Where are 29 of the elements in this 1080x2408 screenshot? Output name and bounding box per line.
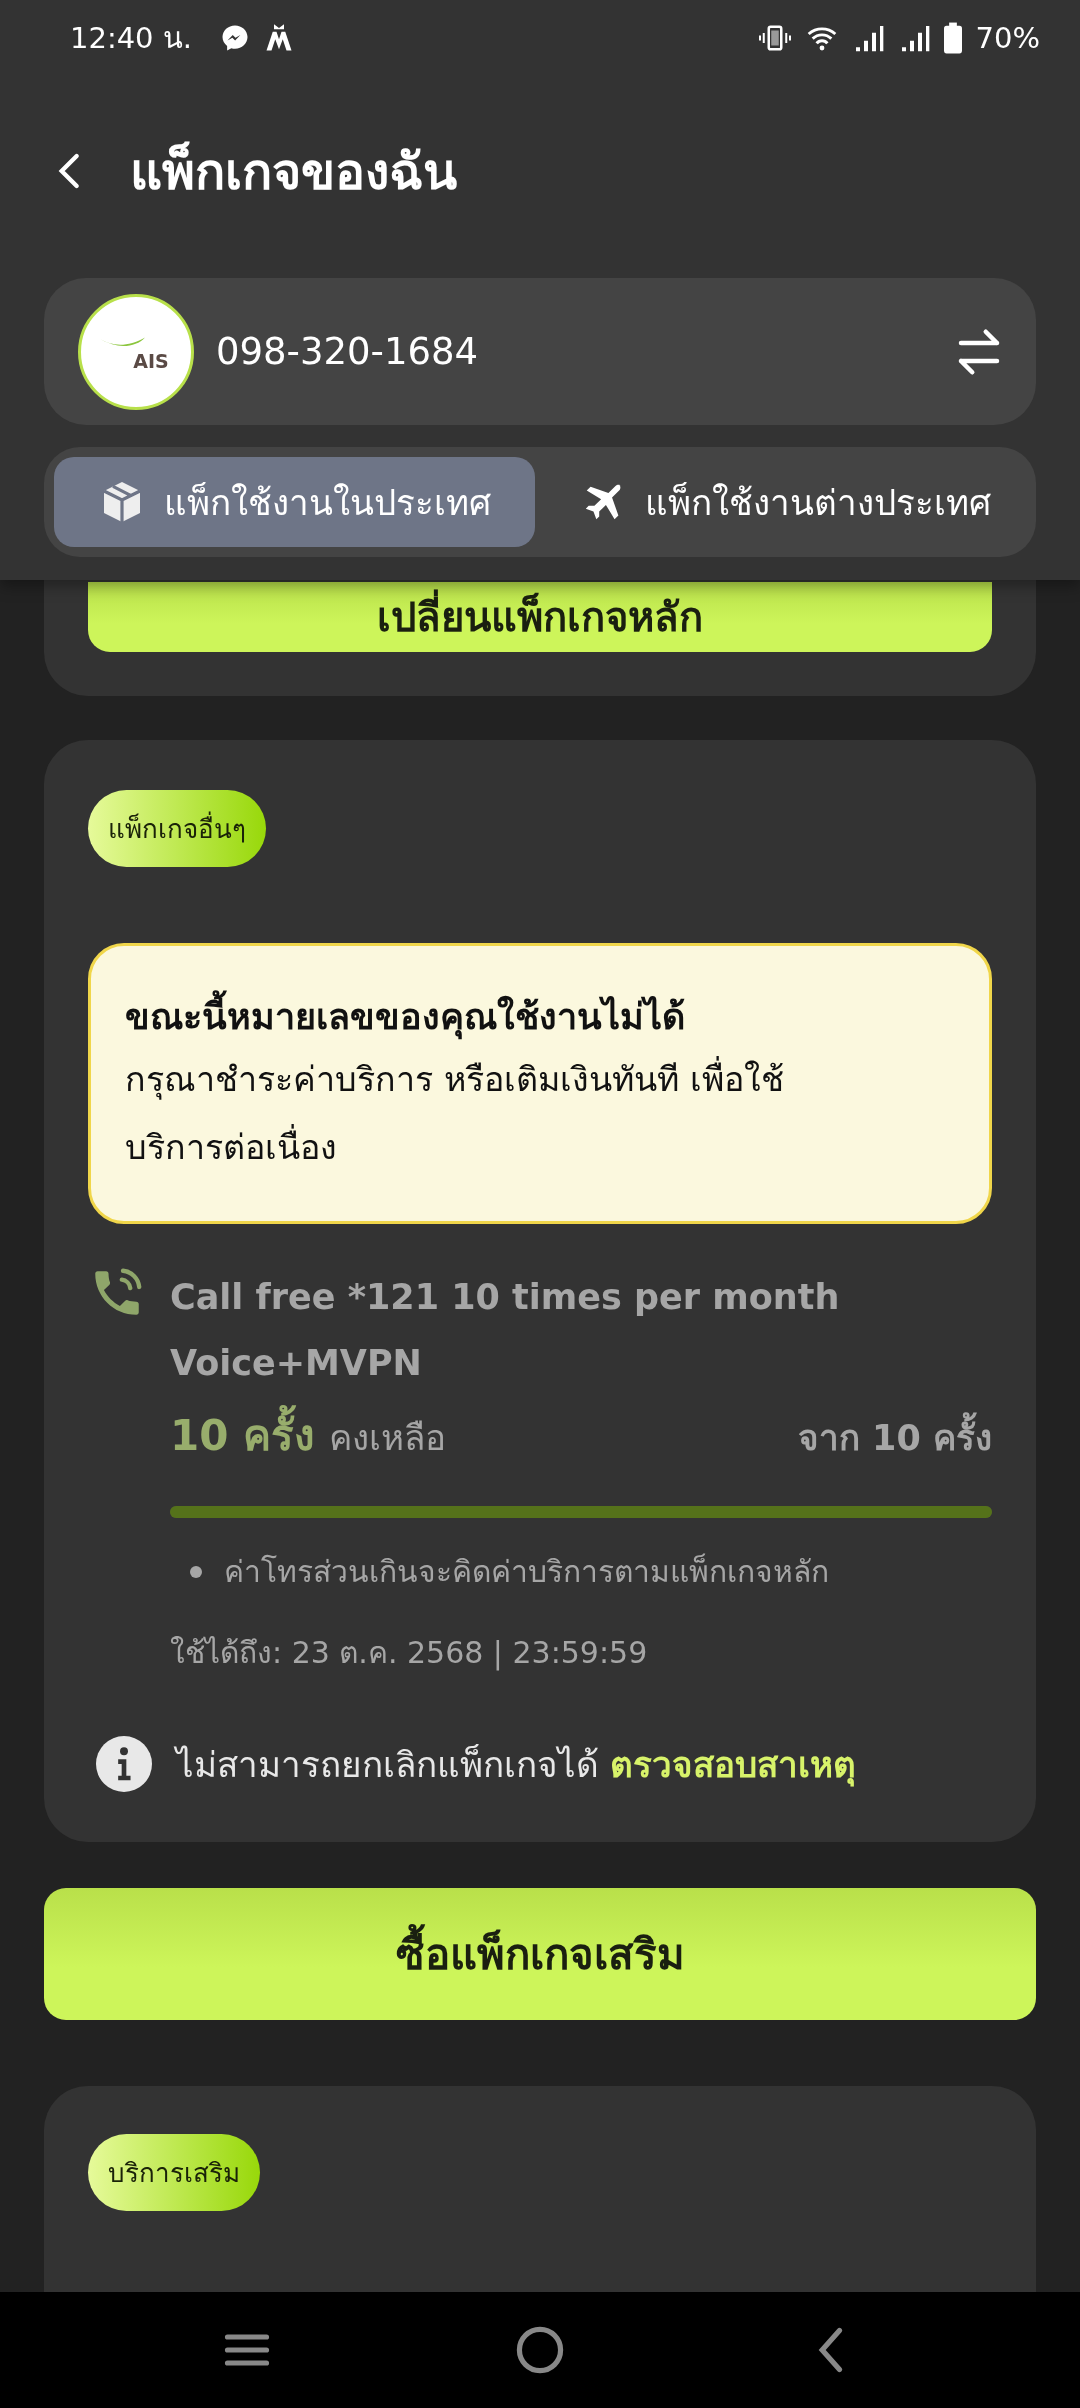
section-badge: บริการเสริม	[88, 2134, 260, 2211]
alert-message: กรุณาชำระค่าบริการ หรือเติมเงินทันที เพื่อใช้บริการต่อเนื่อง	[125, 1045, 955, 1181]
battery-icon	[943, 22, 962, 54]
cancel-note: ไม่สามารถยกเลิกแพ็กเกจได้ ตรวจสอบสาเหตุ	[176, 1743, 857, 1789]
package-tab[interactable]: แพ็กใช้งานในประเทศ	[54, 457, 535, 547]
check-reason-link[interactable]: ตรวจสอบสาเหตุ	[610, 1744, 857, 1785]
section-badge: แพ็กเกจอื่นๆ	[88, 790, 266, 867]
status-time: 12:40 น.	[70, 20, 192, 57]
info-icon	[96, 1736, 152, 1792]
package-name: Call free *121 10 times per month	[170, 1276, 841, 1319]
package-tab[interactable]: แพ็กใช้งานต่างประเทศ	[545, 457, 1026, 547]
phone-number: 098-320-1684	[216, 330, 480, 373]
buy-addon-package-button[interactable]: ซื้อแพ็กเกจเสริม	[44, 1888, 1036, 2020]
package-type: Voice+MVPN	[170, 1342, 423, 1385]
messenger-icon	[220, 23, 250, 53]
page-title: แพ็กเกจของฉัน	[130, 140, 457, 203]
package-note: ค่าโทรส่วนเกินจะคิดค่าบริการตามแพ็กเกจหลัก	[224, 1552, 829, 1591]
battery-percent: 70%	[975, 21, 1040, 55]
change-main-package-button[interactable]: เปลี่ยนแพ็กเกจหลัก	[88, 582, 992, 652]
bullet-icon	[190, 1565, 202, 1578]
app-notification-icon	[264, 23, 294, 53]
remaining-count: 10 ครั้ง	[170, 1402, 316, 1468]
total-count: จาก 10 ครั้ง	[797, 1410, 992, 1465]
operator-logo: AIS	[78, 293, 194, 410]
remaining-label: คงเหลือ	[329, 1417, 448, 1460]
home-icon[interactable]	[514, 2324, 566, 2376]
valid-until: ใช้ได้ถึง: 23 ต.ค. 2568 | 23:59:59	[170, 1634, 649, 1673]
vibrate-icon	[757, 23, 792, 53]
alert-title: ขณะนี้หมายเลขของคุณใช้งานไม่ได้	[125, 988, 955, 1045]
